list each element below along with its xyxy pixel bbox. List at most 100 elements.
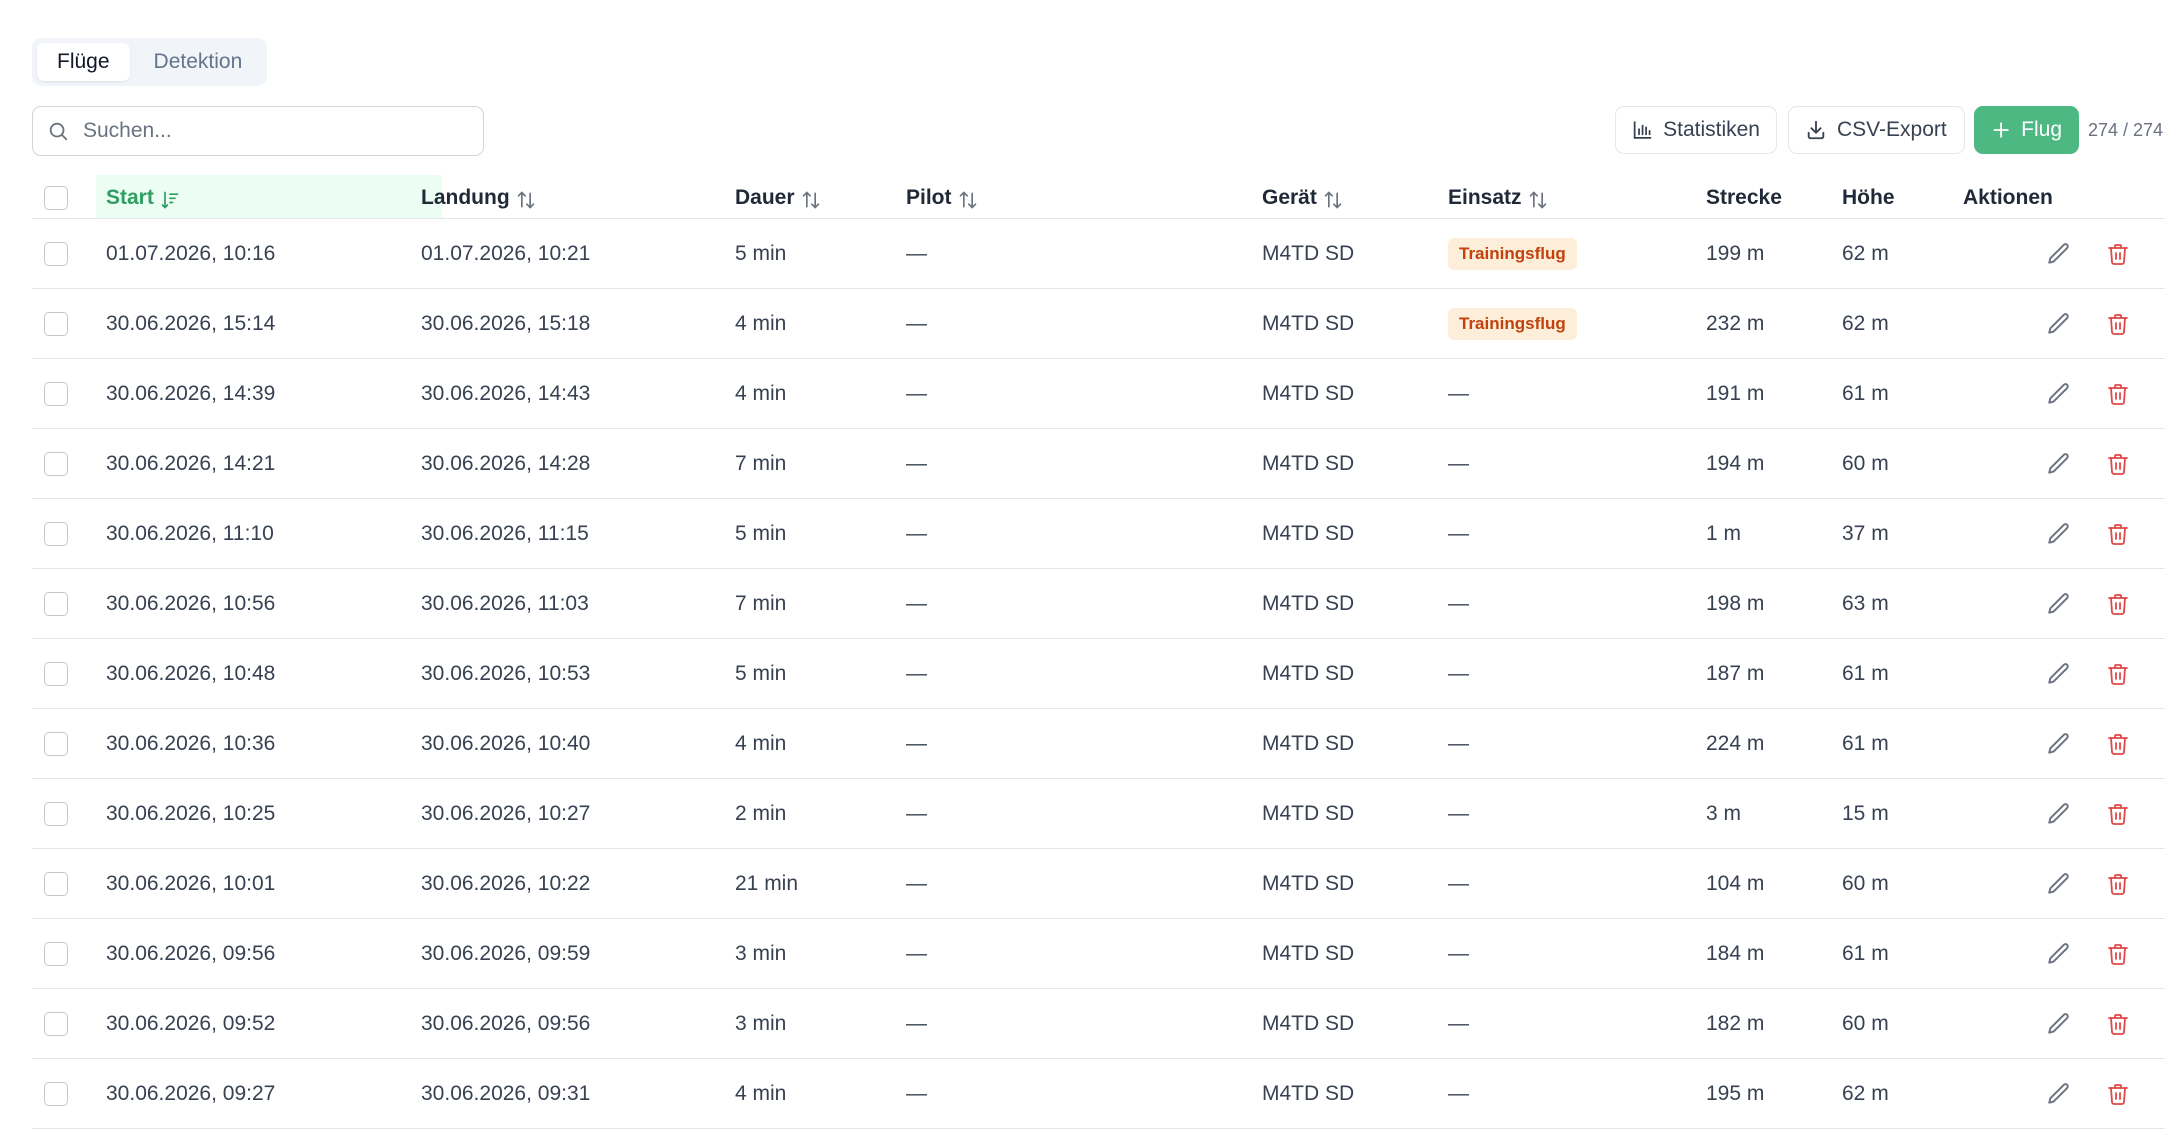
edit-icon[interactable] (2046, 661, 2072, 687)
flights-table: Start Landung Dauer Pilot Gerät Einsatz … (32, 175, 2165, 1129)
edit-icon[interactable] (2046, 521, 2072, 547)
landing-cell: 30.06.2026, 10:27 (421, 801, 591, 825)
result-count: 274 / 274 (2088, 120, 2164, 140)
table-row[interactable]: 30.06.2026, 14:21 30.06.2026, 14:28 7 mi… (32, 429, 2165, 499)
duration-cell: 2 min (735, 801, 787, 825)
trash-icon[interactable] (2106, 802, 2130, 826)
row-checkbox[interactable] (44, 1081, 68, 1106)
trash-icon[interactable] (2106, 1012, 2130, 1036)
row-checkbox[interactable] (44, 801, 68, 826)
device-cell: M4TD SD (1262, 1081, 1355, 1105)
column-label-device: Gerät (1262, 186, 1317, 209)
trash-icon[interactable] (2106, 872, 2130, 896)
landing-cell: 30.06.2026, 15:18 (421, 311, 591, 335)
column-header-duration[interactable]: Dauer (735, 175, 821, 218)
table-row[interactable]: 30.06.2026, 11:10 30.06.2026, 11:15 5 mi… (32, 499, 2165, 569)
column-header-device[interactable]: Gerät (1262, 175, 1343, 218)
distance-cell: 104 m (1706, 871, 1765, 895)
column-header-landing[interactable]: Landung (421, 175, 536, 218)
table-row[interactable]: 01.07.2026, 10:16 01.07.2026, 10:21 5 mi… (32, 219, 2165, 289)
column-header-start[interactable]: Start (96, 175, 442, 218)
row-checkbox[interactable] (44, 591, 68, 616)
row-select-cell (44, 709, 68, 778)
edit-icon[interactable] (2046, 1011, 2072, 1037)
row-checkbox[interactable] (44, 731, 68, 756)
table-row[interactable]: 30.06.2026, 10:56 30.06.2026, 11:03 7 mi… (32, 569, 2165, 639)
mission-cell: — (1448, 569, 1469, 638)
table-row[interactable]: 30.06.2026, 09:27 30.06.2026, 09:31 4 mi… (32, 1059, 2165, 1129)
edit-icon[interactable] (2046, 1081, 2072, 1107)
row-checkbox[interactable] (44, 381, 68, 406)
column-label-start: Start (106, 186, 154, 209)
row-checkbox[interactable] (44, 521, 68, 546)
download-icon (1807, 120, 1825, 140)
row-checkbox[interactable] (44, 241, 68, 266)
table-row[interactable]: 30.06.2026, 15:14 30.06.2026, 15:18 4 mi… (32, 289, 2165, 359)
bar-chart-icon (1633, 121, 1652, 139)
trash-icon[interactable] (2106, 592, 2130, 616)
device-cell: M4TD SD (1262, 871, 1355, 895)
table-row[interactable]: 30.06.2026, 09:52 30.06.2026, 09:56 3 mi… (32, 989, 2165, 1059)
edit-icon[interactable] (2046, 241, 2072, 267)
column-label-landing: Landung (421, 186, 510, 209)
row-checkbox[interactable] (44, 661, 68, 686)
mission-cell: — (1448, 779, 1469, 848)
trash-icon[interactable] (2106, 662, 2130, 686)
sort-icon (1528, 190, 1548, 210)
tab-detektion[interactable]: Detektion (134, 43, 263, 81)
landing-cell: 30.06.2026, 14:43 (421, 381, 591, 405)
pilot-cell: — (906, 661, 927, 685)
height-cell: 61 m (1842, 381, 1889, 405)
edit-icon[interactable] (2046, 731, 2072, 757)
duration-cell: 4 min (735, 731, 787, 755)
row-checkbox[interactable] (44, 451, 68, 476)
edit-icon[interactable] (2046, 451, 2072, 477)
landing-cell: 30.06.2026, 11:15 (421, 521, 589, 545)
start-cell: 30.06.2026, 14:39 (106, 381, 276, 405)
table-row[interactable]: 30.06.2026, 14:39 30.06.2026, 14:43 4 mi… (32, 359, 2165, 429)
table-row[interactable]: 30.06.2026, 09:56 30.06.2026, 09:59 3 mi… (32, 919, 2165, 989)
mission-cell: — (1448, 639, 1469, 708)
edit-icon[interactable] (2046, 311, 2072, 337)
start-cell: 30.06.2026, 09:52 (106, 1011, 276, 1035)
row-checkbox[interactable] (44, 941, 68, 966)
height-cell: 15 m (1842, 801, 1889, 825)
height-cell: 62 m (1842, 311, 1889, 335)
row-checkbox[interactable] (44, 871, 68, 896)
statistics-button[interactable]: Statistiken (1615, 106, 1777, 154)
trash-icon[interactable] (2106, 242, 2130, 266)
row-checkbox[interactable] (44, 311, 68, 336)
edit-icon[interactable] (2046, 871, 2072, 897)
trash-icon[interactable] (2106, 1082, 2130, 1106)
table-row[interactable]: 30.06.2026, 10:36 30.06.2026, 10:40 4 mi… (32, 709, 2165, 779)
trash-icon[interactable] (2106, 382, 2130, 406)
row-checkbox[interactable] (44, 1011, 68, 1036)
trash-icon[interactable] (2106, 312, 2130, 336)
trash-icon[interactable] (2106, 452, 2130, 476)
trash-icon[interactable] (2106, 732, 2130, 756)
actions-cell (2046, 289, 2130, 358)
edit-icon[interactable] (2046, 591, 2072, 617)
edit-icon[interactable] (2046, 941, 2072, 967)
add-flight-label: Flug (2021, 118, 2062, 141)
pilot-cell: — (906, 311, 927, 335)
trash-icon[interactable] (2106, 942, 2130, 966)
row-select-cell (44, 779, 68, 848)
edit-icon[interactable] (2046, 801, 2072, 827)
table-row[interactable]: 30.06.2026, 10:01 30.06.2026, 10:22 21 m… (32, 849, 2165, 919)
tab-fluege[interactable]: Flüge (37, 43, 130, 81)
csv-export-button[interactable]: CSV-Export (1788, 106, 1965, 154)
select-all-checkbox[interactable] (44, 186, 68, 210)
duration-cell: 5 min (735, 661, 787, 685)
column-header-mission[interactable]: Einsatz (1448, 175, 1548, 218)
edit-icon[interactable] (2046, 381, 2072, 407)
table-row[interactable]: 30.06.2026, 10:48 30.06.2026, 10:53 5 mi… (32, 639, 2165, 709)
add-flight-button[interactable]: Flug (1974, 106, 2079, 154)
sort-icon (1323, 190, 1343, 210)
sort-icon (516, 190, 536, 210)
trash-icon[interactable] (2106, 522, 2130, 546)
column-header-pilot[interactable]: Pilot (906, 175, 978, 218)
pilot-cell: — (906, 521, 927, 545)
table-row[interactable]: 30.06.2026, 10:25 30.06.2026, 10:27 2 mi… (32, 779, 2165, 849)
actions-cell (2046, 919, 2130, 988)
